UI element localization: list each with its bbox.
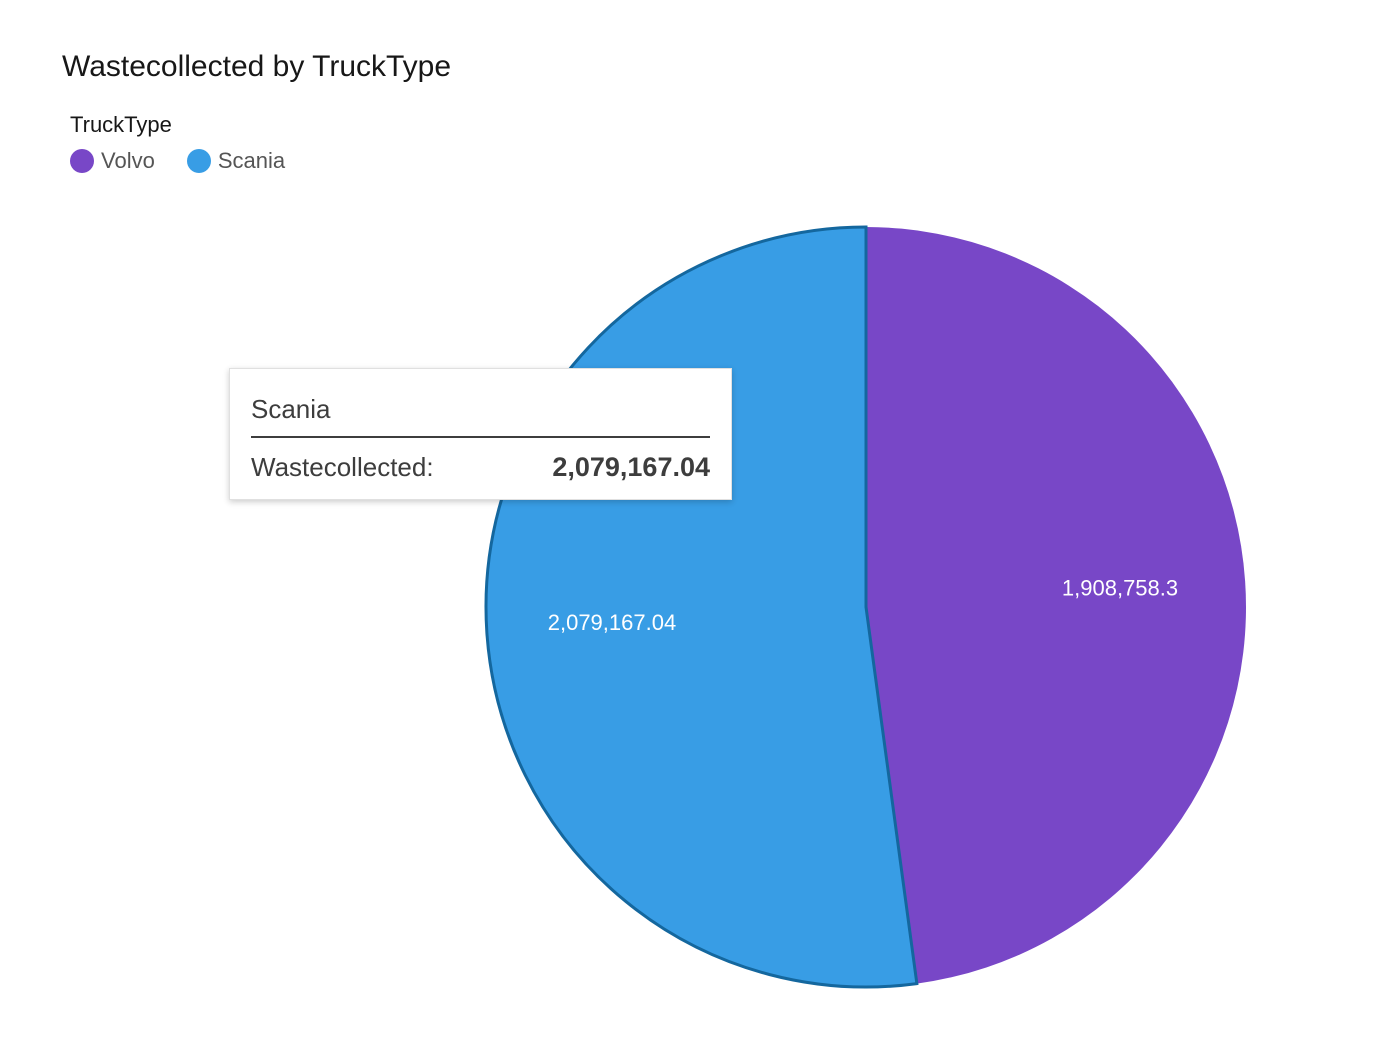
slice-label-scania: 2,079,167.04 [548, 610, 676, 635]
pie-slice-scania[interactable] [484, 225, 919, 989]
tooltip: Scania Wastecollected: 2,079,167.04 [229, 368, 732, 500]
tooltip-key: Wastecollected: [251, 452, 434, 482]
pie-slice-volvo[interactable] [866, 227, 1247, 984]
tooltip-row: Wastecollected: 2,079,167.04 [251, 452, 710, 483]
slice-label-volvo: 1,908,758.3 [1062, 576, 1178, 601]
tooltip-value: 2,079,167.04 [552, 452, 710, 482]
tooltip-header: Scania [251, 369, 710, 438]
pie-chart: 1,908,758.3 2,079,167.04 [484, 225, 1247, 989]
